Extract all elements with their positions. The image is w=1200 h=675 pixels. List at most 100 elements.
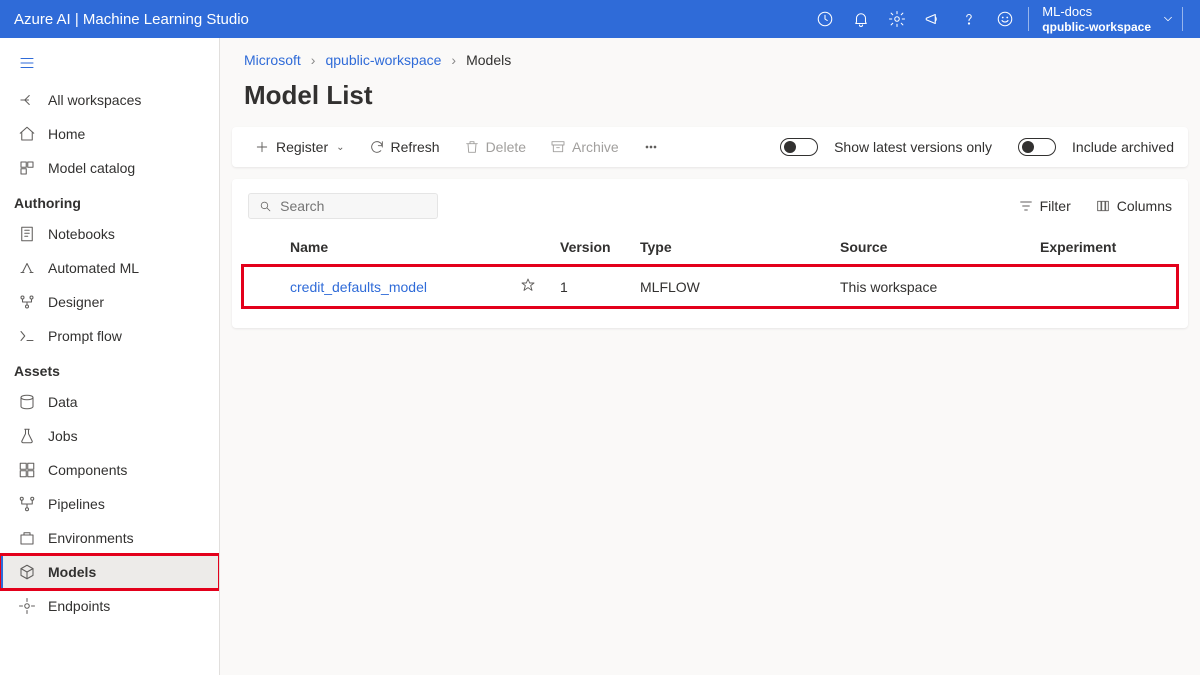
flask-icon [18, 427, 36, 445]
prompt-icon [18, 327, 36, 345]
sidebar-item-label: Data [48, 394, 78, 410]
chevron-down-icon: ⌄ [336, 142, 344, 153]
toolbar: Register ⌄ Refresh Delete Archive Show l… [232, 127, 1188, 167]
button-label: Delete [486, 139, 526, 155]
col-name[interactable]: Name [278, 229, 508, 265]
sidebar-item-label: Model catalog [48, 160, 135, 176]
search-input[interactable] [280, 198, 427, 214]
sidebar-item-all-workspaces[interactable]: All workspaces [0, 83, 219, 117]
gear-icon[interactable] [881, 3, 913, 35]
smile-icon[interactable] [989, 3, 1021, 35]
workspace-label: qpublic-workspace [1042, 20, 1151, 34]
models-table: Name Version Type Source Experiment cred… [242, 229, 1178, 308]
hamburger-icon[interactable] [0, 46, 219, 83]
more-icon [643, 139, 659, 155]
col-type[interactable]: Type [628, 229, 828, 265]
filter-icon [1018, 198, 1034, 214]
sidebar-item-data[interactable]: Data [0, 385, 219, 419]
sidebar-item-label: Environments [48, 530, 134, 546]
delete-button: Delete [456, 133, 534, 161]
crumb-workspace[interactable]: qpublic-workspace [325, 52, 441, 68]
sidebar-item-models[interactable]: Models [0, 555, 219, 589]
environment-icon [18, 529, 36, 547]
button-label: Register [276, 139, 328, 155]
columns-icon [1095, 198, 1111, 214]
sidebar-item-label: All workspaces [48, 92, 141, 108]
toggle-label: Include archived [1072, 139, 1174, 155]
separator [1028, 7, 1029, 31]
sidebar-item-label: Models [48, 564, 96, 580]
sidebar-item-jobs[interactable]: Jobs [0, 419, 219, 453]
sidebar: All workspaces Home Model catalog Author… [0, 38, 220, 675]
clock-icon[interactable] [809, 3, 841, 35]
sidebar-item-label: Pipelines [48, 496, 105, 512]
workspace-picker[interactable]: ML-docs qpublic-workspace [1036, 4, 1175, 34]
col-source[interactable]: Source [828, 229, 1028, 265]
sidebar-item-pipelines[interactable]: Pipelines [0, 487, 219, 521]
refresh-button[interactable]: Refresh [361, 133, 448, 161]
highlight-models: Models [0, 555, 219, 589]
sidebar-item-endpoints[interactable]: Endpoints [0, 589, 219, 623]
megaphone-icon[interactable] [917, 3, 949, 35]
button-label: Refresh [391, 139, 440, 155]
favorite-star[interactable] [508, 265, 548, 308]
sidebar-item-model-catalog[interactable]: Model catalog [0, 151, 219, 185]
filter-button[interactable]: Filter [1018, 198, 1071, 214]
help-icon[interactable] [953, 3, 985, 35]
toggle-latest-versions[interactable] [780, 138, 818, 156]
crumb-microsoft[interactable]: Microsoft [244, 52, 301, 68]
sidebar-item-designer[interactable]: Designer [0, 285, 219, 319]
refresh-icon [369, 139, 385, 155]
register-button[interactable]: Register ⌄ [246, 133, 353, 161]
catalog-icon [18, 159, 36, 177]
top-bar-actions: ML-docs qpublic-workspace [809, 3, 1186, 35]
data-icon [18, 393, 36, 411]
automl-icon [18, 259, 36, 277]
cell-type: MLFLOW [628, 265, 828, 308]
button-label: Filter [1040, 198, 1071, 214]
search-box[interactable] [248, 193, 438, 219]
col-version[interactable]: Version [548, 229, 628, 265]
sidebar-item-automl[interactable]: Automated ML [0, 251, 219, 285]
model-list-panel: Filter Columns Name Version Type [232, 179, 1188, 328]
model-link[interactable]: credit_defaults_model [290, 279, 427, 295]
sidebar-item-label: Designer [48, 294, 104, 310]
sidebar-item-environments[interactable]: Environments [0, 521, 219, 555]
chevron-down-icon [1161, 12, 1175, 26]
sidebar-item-notebooks[interactable]: Notebooks [0, 217, 219, 251]
sidebar-item-label: Prompt flow [48, 328, 122, 344]
sidebar-item-label: Automated ML [48, 260, 139, 276]
sidebar-item-home[interactable]: Home [0, 117, 219, 151]
sidebar-item-components[interactable]: Components [0, 453, 219, 487]
notebook-icon [18, 225, 36, 243]
archive-button: Archive [542, 133, 627, 161]
pipeline-icon [18, 495, 36, 513]
top-bar: Azure AI | Machine Learning Studio ML-do… [0, 0, 1200, 38]
search-icon [259, 199, 272, 214]
home-icon [18, 125, 36, 143]
button-label: Archive [572, 139, 619, 155]
chevron-right-icon: › [451, 52, 456, 68]
page-title: Model List [220, 72, 1200, 127]
main-content: Microsoft › qpublic-workspace › Models M… [220, 38, 1200, 675]
separator [1182, 7, 1183, 31]
plus-icon [254, 139, 270, 155]
arrow-left-icon [18, 91, 36, 109]
toggle-include-archived[interactable] [1018, 138, 1056, 156]
sidebar-item-promptflow[interactable]: Prompt flow [0, 319, 219, 353]
bell-icon[interactable] [845, 3, 877, 35]
sidebar-item-label: Home [48, 126, 85, 142]
col-experiment[interactable]: Experiment [1028, 229, 1178, 265]
archive-icon [550, 139, 566, 155]
sidebar-item-label: Endpoints [48, 598, 110, 614]
table-row[interactable]: credit_defaults_model 1 MLFLOW This work… [242, 265, 1178, 308]
sidebar-item-label: Jobs [48, 428, 78, 444]
sidebar-item-label: Notebooks [48, 226, 115, 242]
chevron-right-icon: › [311, 52, 316, 68]
endpoint-icon [18, 597, 36, 615]
columns-button[interactable]: Columns [1095, 198, 1172, 214]
breadcrumb: Microsoft › qpublic-workspace › Models [220, 38, 1200, 72]
more-button[interactable] [635, 133, 667, 161]
cell-version: 1 [548, 265, 628, 308]
sidebar-section-assets: Assets [0, 353, 219, 385]
